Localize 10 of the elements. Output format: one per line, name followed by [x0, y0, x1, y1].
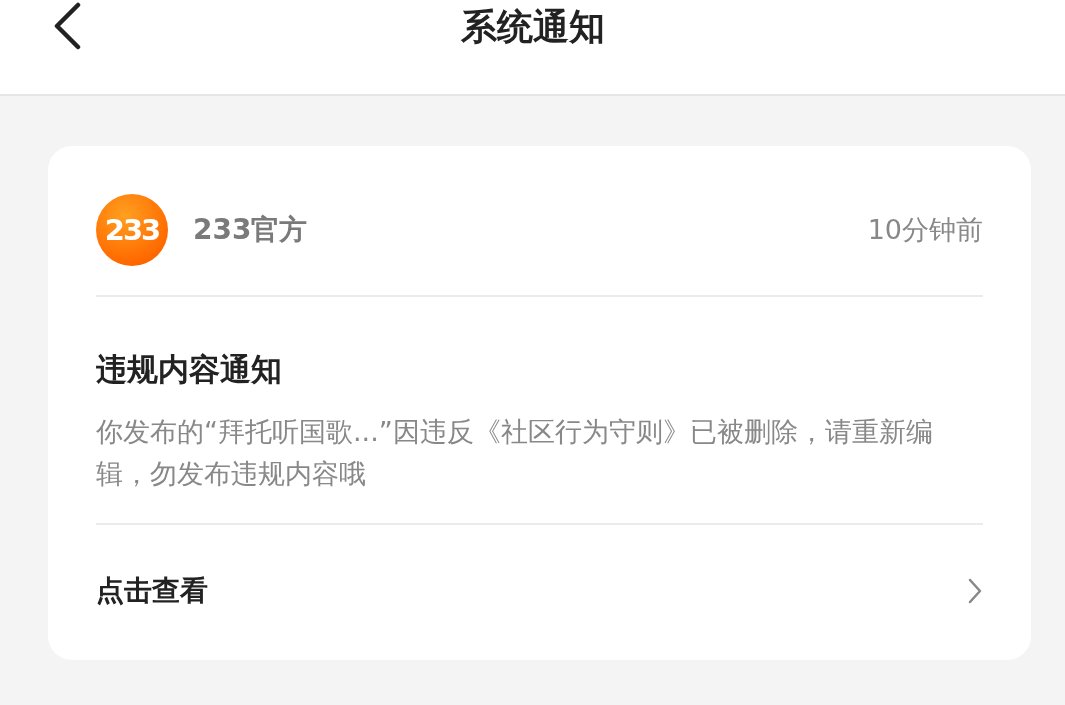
timestamp: 10分钟前 [867, 213, 983, 247]
chevron-right-icon [967, 577, 983, 605]
view-link[interactable]: 点击查看 [96, 525, 983, 657]
sender-name: 233官方 [193, 212, 308, 248]
back-button[interactable] [52, 2, 82, 50]
notice-title: 违规内容通知 [96, 350, 283, 389]
notice-text: 你发布的“拜托听国歌...”因违反《社区行为守则》已被删除，请重新编辑，勿发布违规内容哦 [96, 415, 934, 491]
back-icon [52, 2, 82, 50]
logo: 233 [96, 194, 168, 266]
page-title: 系统通知 [460, 4, 605, 49]
